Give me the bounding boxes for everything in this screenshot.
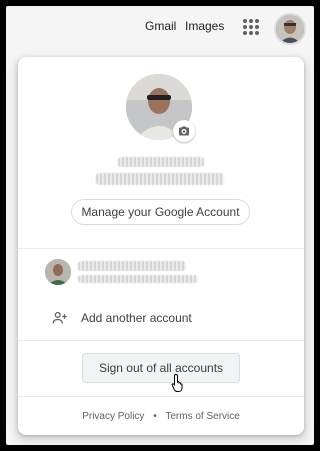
redacted-account-email [96, 173, 224, 185]
profile-avatar[interactable] [274, 13, 306, 45]
divider [18, 340, 304, 341]
terms-of-service-link[interactable]: Terms of Service [165, 411, 239, 422]
top-bar: Gmail Images [6, 6, 314, 54]
add-another-account-row[interactable]: Add another account [18, 301, 304, 337]
person-add-icon [52, 311, 67, 324]
account-card: Manage your Google Account Add another a… [18, 57, 304, 435]
secondary-account-avatar[interactable] [45, 259, 71, 285]
gmail-link[interactable]: Gmail [145, 19, 176, 33]
account-popup-frame: Gmail Images Manage your Google Account … [6, 6, 314, 445]
add-account-label: Add another account [81, 311, 192, 325]
change-photo-camera-icon[interactable] [173, 120, 195, 142]
manage-account-button[interactable]: Manage your Google Account [71, 199, 250, 225]
hand-cursor-icon [171, 373, 183, 392]
redacted-secondary-account[interactable] [78, 261, 186, 271]
divider [18, 248, 304, 249]
privacy-policy-link[interactable]: Privacy Policy [82, 411, 144, 422]
sign-out-all-button[interactable]: Sign out of all accounts [82, 353, 240, 383]
redacted-secondary-email[interactable] [78, 275, 198, 283]
apps-grid-icon[interactable] [243, 19, 259, 35]
images-link[interactable]: Images [185, 19, 224, 33]
redacted-account-name [118, 157, 204, 167]
footer-links: Privacy Policy • Terms of Service [18, 411, 304, 422]
divider [18, 396, 304, 397]
footer-separator: • [153, 411, 157, 422]
